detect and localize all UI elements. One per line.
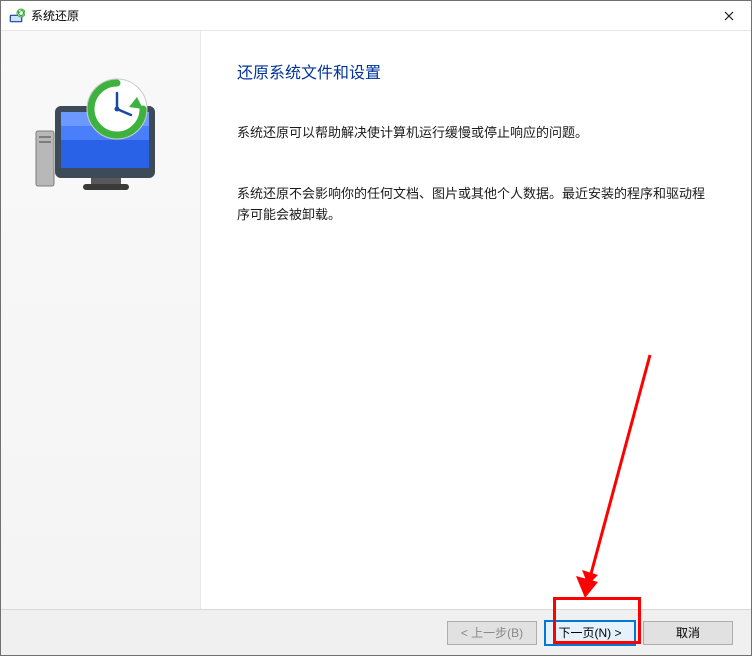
side-panel	[1, 31, 201, 609]
cancel-button[interactable]: 取消	[643, 621, 733, 645]
back-button: < 上一步(B)	[447, 621, 537, 645]
footer-bar: < 上一步(B) 下一页(N) > 取消	[1, 609, 751, 655]
body: 还原系统文件和设置 系统还原可以帮助解决使计算机运行缓慢或停止响应的问题。 系统…	[1, 31, 751, 609]
restore-illustration-icon	[31, 71, 171, 211]
close-button[interactable]	[706, 1, 751, 30]
next-button[interactable]: 下一页(N) >	[545, 621, 635, 645]
window-title: 系统还原	[31, 7, 741, 24]
paragraph-1: 系统还原可以帮助解决使计算机运行缓慢或停止响应的问题。	[237, 123, 711, 144]
system-restore-icon	[9, 8, 25, 24]
content-panel: 还原系统文件和设置 系统还原可以帮助解决使计算机运行缓慢或停止响应的问题。 系统…	[201, 31, 751, 609]
page-heading: 还原系统文件和设置	[237, 59, 711, 83]
titlebar: 系统还原	[1, 1, 751, 31]
system-restore-window: 系统还原	[0, 0, 752, 656]
paragraph-2: 系统还原不会影响你的任何文档、图片或其他个人数据。最近安装的程序和驱动程序可能会…	[237, 184, 711, 226]
